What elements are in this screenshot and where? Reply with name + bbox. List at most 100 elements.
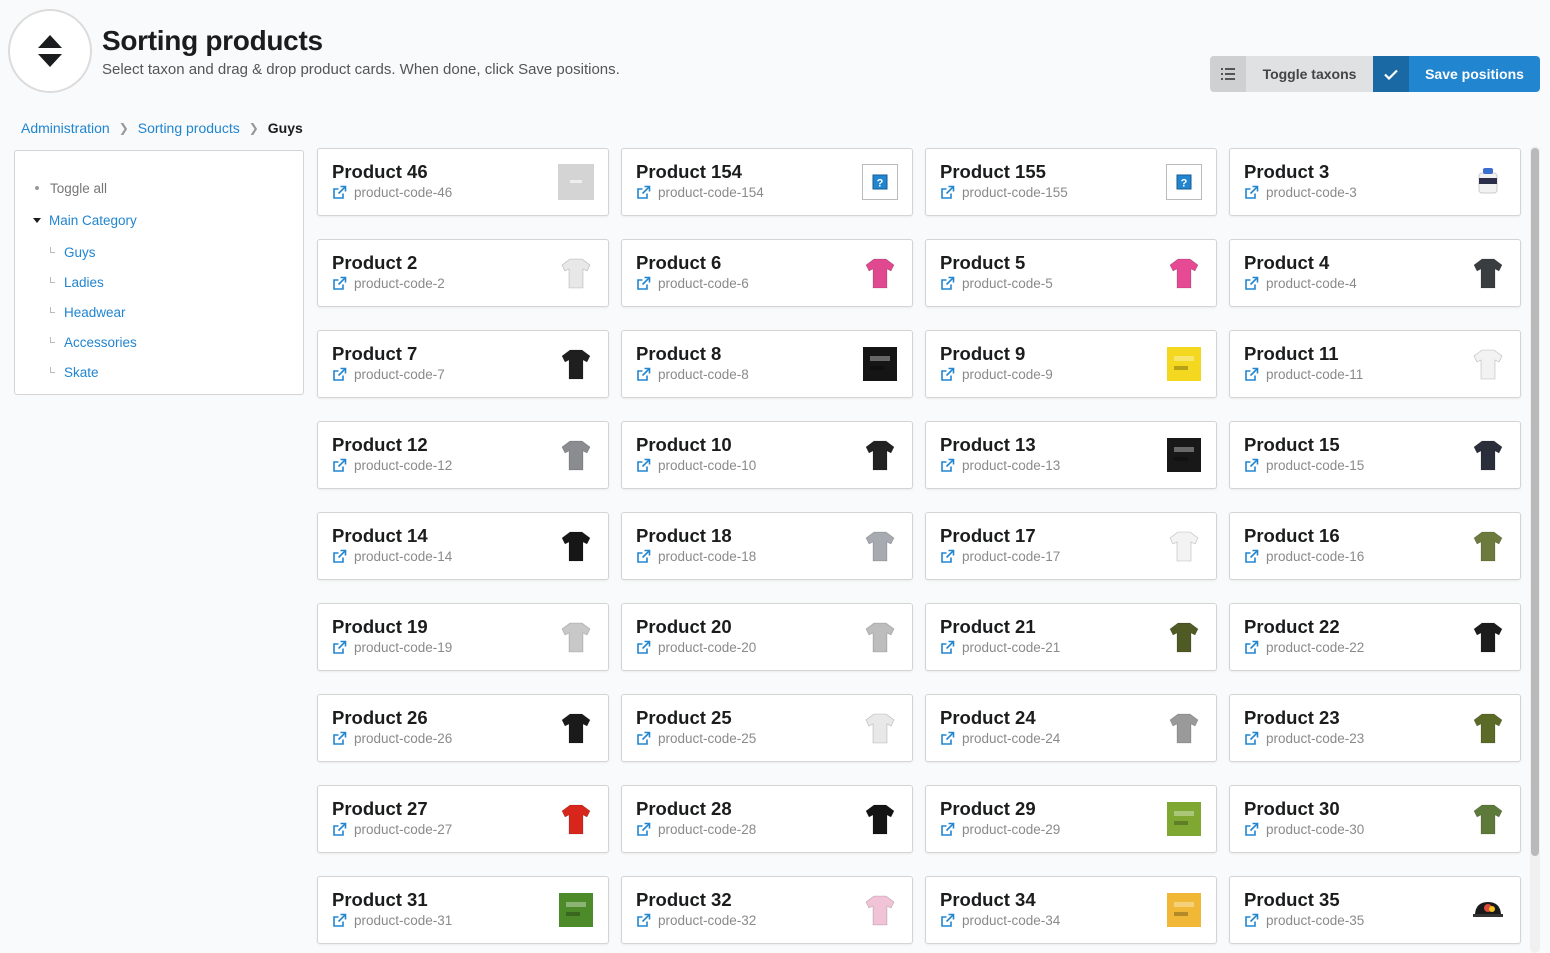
breadcrumb-administration[interactable]: Administration (21, 120, 110, 136)
product-card[interactable]: Product 4 product-code-4 (1229, 239, 1521, 307)
product-card[interactable]: Product 25 product-code-25 (621, 694, 913, 762)
taxon-tree: Toggle all Main Category Guys Ladies Hea… (14, 150, 304, 395)
svg-text:?: ? (1181, 178, 1188, 190)
product-card[interactable]: Product 5 product-code-5 (925, 239, 1217, 307)
external-link-icon (1244, 822, 1266, 837)
product-code: product-code-15 (1266, 458, 1365, 473)
product-card[interactable]: Product 21 product-code-21 (925, 603, 1217, 671)
product-card[interactable]: Product 27 product-code-27 (317, 785, 609, 853)
product-card[interactable]: Product 18 product-code-18 (621, 512, 913, 580)
tree-item-skate[interactable]: Skate (15, 357, 303, 387)
product-card[interactable]: Product 10 product-code-10 (621, 421, 913, 489)
product-card[interactable]: Product 15 product-code-15 (1229, 421, 1521, 489)
product-thumbnail (1166, 437, 1202, 473)
tree-item-guys[interactable]: Guys (15, 237, 303, 267)
product-code: product-code-29 (962, 822, 1061, 837)
product-card[interactable]: Product 9 product-code-9 (925, 330, 1217, 398)
toggle-taxons-button[interactable]: Toggle taxons (1210, 56, 1373, 92)
svg-text:?: ? (877, 178, 884, 190)
product-card[interactable]: Product 17 product-code-17 (925, 512, 1217, 580)
product-card[interactable]: Product 31 product-code-31 (317, 876, 609, 944)
product-card[interactable]: Product 2 product-code-2 (317, 239, 609, 307)
product-card[interactable]: Product 35 product-code-35 (1229, 876, 1521, 944)
product-card[interactable]: Product 8 product-code-8 (621, 330, 913, 398)
sort-icon (8, 9, 92, 93)
toolbar: Toggle taxons Save positions (1210, 56, 1540, 92)
external-link-icon (940, 367, 962, 382)
product-card[interactable]: Product 16 product-code-16 (1229, 512, 1521, 580)
product-card[interactable]: Product 46 product-code-46 (317, 148, 609, 216)
product-code: product-code-34 (962, 913, 1061, 928)
tree-elbow-icon (50, 247, 55, 253)
product-thumbnail (558, 801, 594, 837)
external-link-icon (636, 185, 658, 200)
product-card[interactable]: Product 30 product-code-30 (1229, 785, 1521, 853)
external-link-icon (332, 913, 354, 928)
product-card[interactable]: Product 34 product-code-34 (925, 876, 1217, 944)
product-grid: Product 46 product-code-46 Product 154 prod… (317, 148, 1521, 944)
product-thumbnail (1166, 255, 1202, 291)
page-title: Sorting products (102, 24, 323, 56)
tree-item-main-category[interactable]: Main Category (15, 203, 303, 237)
product-thumbnail (1470, 437, 1506, 473)
caret-down-icon (33, 217, 41, 223)
external-link-icon (332, 640, 354, 655)
product-thumbnail (558, 255, 594, 291)
tree-item-accessories[interactable]: Accessories (15, 327, 303, 357)
external-link-icon (1244, 549, 1266, 564)
product-thumbnail (1470, 801, 1506, 837)
tree-elbow-icon (50, 277, 55, 283)
product-card[interactable]: Product 13 product-code-13 (925, 421, 1217, 489)
product-card[interactable]: Product 154 product-code-154? (621, 148, 913, 216)
external-link-icon (332, 276, 354, 291)
product-card[interactable]: Product 32 product-code-32 (621, 876, 913, 944)
save-positions-button[interactable]: Save positions (1373, 56, 1540, 92)
save-positions-label: Save positions (1425, 66, 1524, 82)
tree-elbow-icon (50, 307, 55, 313)
product-card[interactable]: Product 22 product-code-22 (1229, 603, 1521, 671)
product-card[interactable]: Product 20 product-code-20 (621, 603, 913, 671)
external-link-icon (332, 731, 354, 746)
external-link-icon (940, 185, 962, 200)
product-code: product-code-28 (658, 822, 757, 837)
product-card[interactable]: Product 26 product-code-26 (317, 694, 609, 762)
product-card[interactable]: Product 28 product-code-28 (621, 785, 913, 853)
product-card[interactable]: Product 23 product-code-23 (1229, 694, 1521, 762)
product-card[interactable]: Product 3 product-code-3 (1229, 148, 1521, 216)
tree-item-headwear[interactable]: Headwear (15, 297, 303, 327)
tree-item-label: Headwear (64, 304, 126, 320)
product-thumbnail (1470, 619, 1506, 655)
product-card[interactable]: Product 14 product-code-14 (317, 512, 609, 580)
product-thumbnail (558, 892, 594, 928)
product-card[interactable]: Product 7 product-code-7 (317, 330, 609, 398)
scrollbar-thumb[interactable] (1531, 148, 1539, 856)
external-link-icon (332, 367, 354, 382)
external-link-icon (1244, 458, 1266, 473)
product-card[interactable]: Product 11 product-code-11 (1229, 330, 1521, 398)
product-code: product-code-12 (354, 458, 453, 473)
product-card[interactable]: Product 6 product-code-6 (621, 239, 913, 307)
external-link-icon (332, 549, 354, 564)
product-card[interactable]: Product 24 product-code-24 (925, 694, 1217, 762)
product-code: product-code-27 (354, 822, 453, 837)
product-card[interactable]: Product 19 product-code-19 (317, 603, 609, 671)
product-thumbnail (558, 528, 594, 564)
product-thumbnail (1166, 619, 1202, 655)
toggle-all-label: Toggle all (50, 180, 108, 196)
tree-item-ladies[interactable]: Ladies (15, 267, 303, 297)
product-thumbnail (558, 710, 594, 746)
product-card[interactable]: Product 155 product-code-155? (925, 148, 1217, 216)
product-code: product-code-7 (354, 367, 445, 382)
product-code: product-code-21 (962, 640, 1061, 655)
product-card[interactable]: Product 29 product-code-29 (925, 785, 1217, 853)
product-thumbnail (1166, 892, 1202, 928)
page-header: Sorting products Select taxon and drag &… (8, 9, 620, 93)
product-card[interactable]: Product 12 product-code-12 (317, 421, 609, 489)
bullet-icon (35, 186, 39, 190)
external-link-icon (636, 367, 658, 382)
product-code: product-code-10 (658, 458, 757, 473)
toggle-all[interactable]: Toggle all (15, 173, 303, 203)
product-thumbnail (862, 892, 898, 928)
list-icon (1210, 56, 1246, 92)
breadcrumb-sorting-products[interactable]: Sorting products (138, 120, 240, 136)
